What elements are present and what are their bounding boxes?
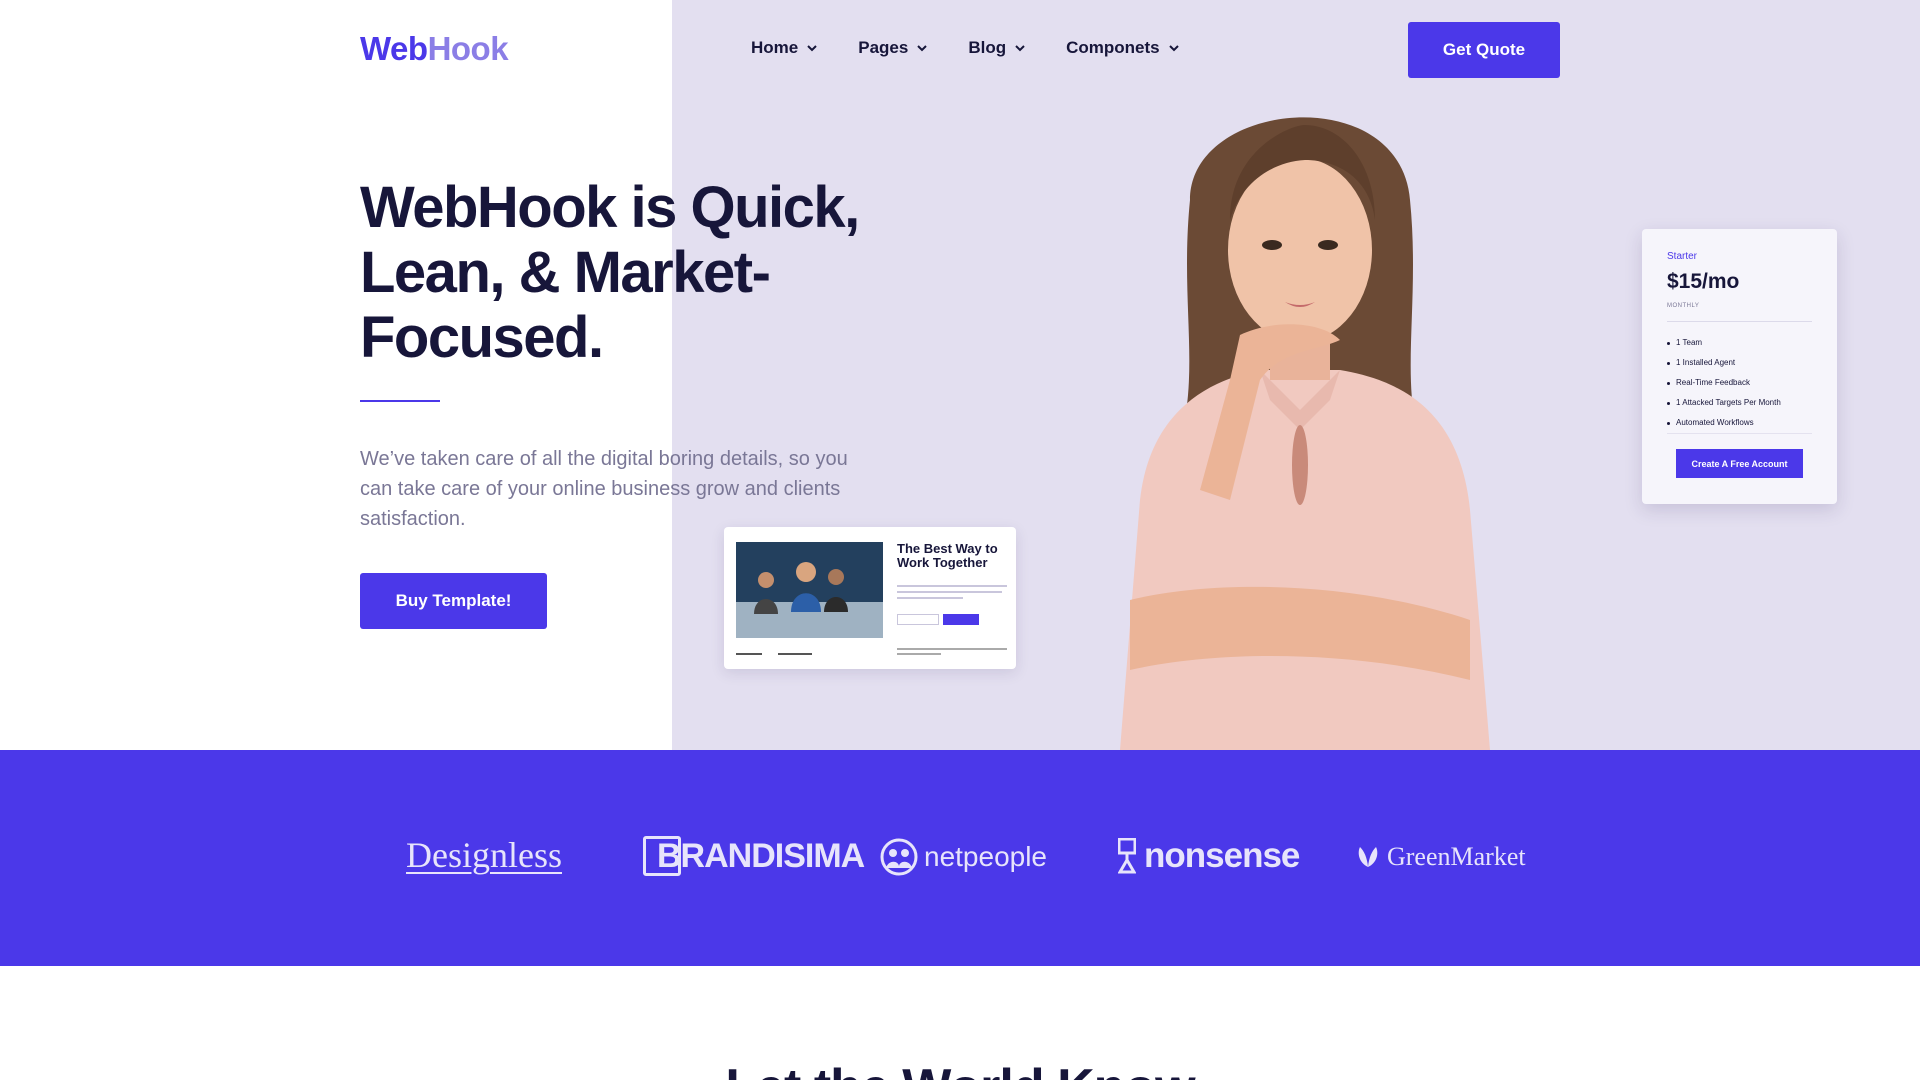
page: WebHook Home Pages Blog Componets Get Qu… (0, 0, 1920, 1080)
hero-title: WebHook is Quick, Lean, & Market-Focused… (360, 175, 860, 370)
plan-feature: Automated Workflows (1667, 413, 1781, 433)
brand-logos-strip: Designless BRANDISIMA netpeople nonsense (0, 750, 1920, 966)
brand-logo-text: GreenMarket (1387, 842, 1526, 871)
preview-card-footnote (897, 648, 1007, 655)
get-quote-button[interactable]: Get Quote (1408, 22, 1560, 78)
brand-logo-netpeople: netpeople (880, 838, 1047, 876)
brand-logo-text: netpeople (924, 841, 1048, 872)
pricing-card: Starter $15/mo MONTHLY 1 Team 1 Installe… (1642, 229, 1837, 504)
main-nav: Home Pages Blog Componets (751, 38, 1180, 58)
pricing-divider (1667, 321, 1812, 322)
hero-woman-image (1120, 117, 1490, 750)
plan-features: 1 Team 1 Installed Agent Real-Time Feedb… (1667, 333, 1781, 433)
preview-card-footer (736, 653, 812, 655)
pricing-divider (1667, 433, 1812, 434)
plan-feature: 1 Installed Agent (1667, 353, 1781, 373)
brand-logo-greenmarket: GreenMarket (1355, 842, 1526, 872)
hero-subtitle: We’ve taken care of all the digital bori… (360, 448, 848, 530)
leaf-icon (1358, 847, 1378, 867)
nav-item-label: Componets (1066, 38, 1160, 57)
nav-item-pages[interactable]: Pages (858, 38, 928, 58)
logo-text-web: Web (360, 30, 428, 67)
preview-card-button-outline (897, 614, 939, 625)
nav-item-label: Blog (968, 38, 1007, 57)
brand-logo-brandisima: BRANDISIMA (643, 836, 865, 876)
plan-feature: 1 Attacked Targets Per Month (1667, 393, 1781, 413)
brand-logo-nonsense: nonsense (1118, 836, 1300, 876)
hourglass-icon (1118, 838, 1136, 874)
brand-logo-designless: Designless (406, 834, 562, 876)
nav-item-home[interactable]: Home (751, 38, 818, 58)
preview-card-text (897, 585, 1007, 603)
create-account-button[interactable]: Create A Free Account (1676, 449, 1803, 478)
nav-item-label: Home (751, 38, 799, 57)
brand-logo-text: BRANDISIMA (657, 836, 865, 875)
brand-logo-text: nonsense (1144, 836, 1300, 875)
plan-feature: 1 Team (1667, 333, 1781, 353)
logo[interactable]: WebHook (360, 30, 509, 68)
section-heading: Let the World Know (0, 1058, 1920, 1080)
chevron-down-icon (1168, 45, 1179, 52)
nav-item-componets[interactable]: Componets (1066, 38, 1180, 58)
nav-item-label: Pages (858, 38, 909, 57)
brand-logo-text: Designless (406, 835, 562, 875)
plan-name: Starter (1667, 251, 1698, 262)
logo-text-hook: Hook (427, 30, 509, 67)
hero-divider (360, 400, 440, 402)
chevron-down-icon (1015, 45, 1025, 52)
preview-card-image (736, 542, 883, 638)
people-icon (880, 838, 918, 876)
plan-feature: Real-Time Feedback (1667, 373, 1781, 393)
preview-card-button-filled (943, 614, 979, 625)
chevron-down-icon (917, 45, 928, 52)
preview-card: The Best Way to Work Together (724, 527, 1016, 669)
nav-item-blog[interactable]: Blog (968, 38, 1026, 58)
chevron-down-icon (807, 45, 817, 52)
buy-template-button[interactable]: Buy Template! (360, 573, 547, 629)
plan-price: $15/mo (1667, 270, 1740, 293)
preview-card-title: The Best Way to Work Together (897, 541, 998, 570)
plan-period: MONTHLY (1667, 303, 1700, 309)
